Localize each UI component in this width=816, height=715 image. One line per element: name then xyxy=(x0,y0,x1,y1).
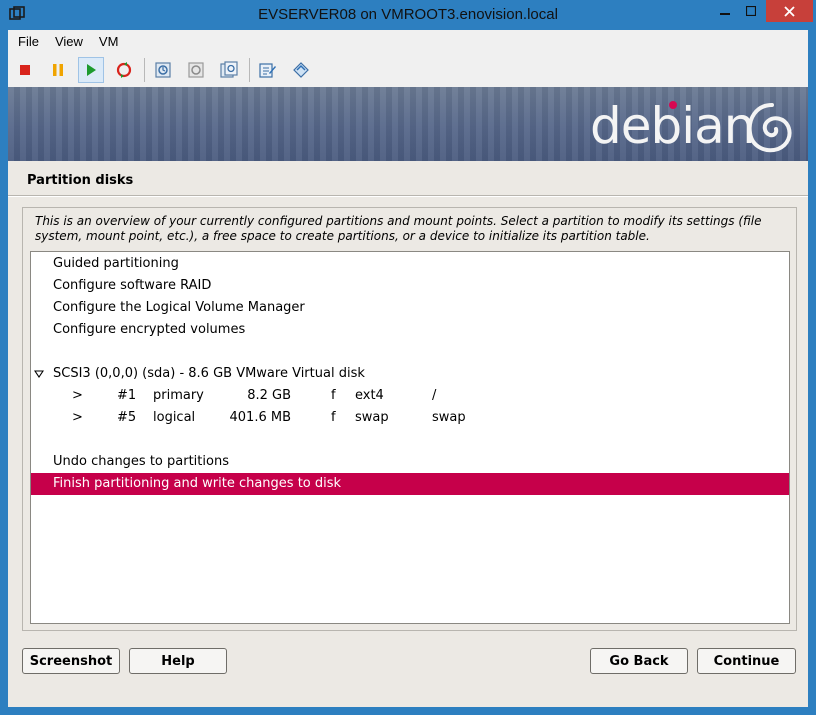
minimize-button[interactable] xyxy=(712,0,738,22)
partition-flag: f xyxy=(331,388,336,403)
reset-icon xyxy=(116,62,132,78)
partition-arrow: > xyxy=(72,410,83,425)
list-item-encrypted-volumes[interactable]: Configure encrypted volumes xyxy=(31,319,789,341)
window-bottom-border xyxy=(8,707,808,715)
partition-number: #5 xyxy=(117,410,137,425)
title-bar[interactable]: EVSERVER08 on VMROOT3.enovision.local xyxy=(0,0,816,30)
edit-settings-button[interactable] xyxy=(255,57,281,83)
partition-size: 401.6 MB xyxy=(229,410,291,425)
list-item-label: SCSI3 (0,0,0) (sda) - 8.6 GB VMware Virt… xyxy=(53,366,365,381)
stop-icon xyxy=(20,65,30,75)
manage-snapshots-icon xyxy=(220,61,238,78)
partition-filesystem: swap xyxy=(355,410,389,425)
maximize-button[interactable] xyxy=(738,0,764,22)
list-item-undo-changes[interactable]: Undo changes to partitions xyxy=(31,451,789,473)
power-on-button[interactable] xyxy=(78,57,104,83)
maximize-icon xyxy=(746,6,756,16)
help-button[interactable]: Help xyxy=(129,648,227,674)
install-tools-button[interactable] xyxy=(288,57,314,83)
partition-flag: f xyxy=(331,410,336,425)
play-icon xyxy=(87,64,96,76)
debian-logo: debian xyxy=(590,93,802,157)
toolbar xyxy=(12,56,321,84)
list-item-disk-sda[interactable]: SCSI3 (0,0,0) (sda) - 8.6 GB VMware Virt… xyxy=(31,363,789,385)
list-item-label: Configure software RAID xyxy=(53,278,212,293)
close-button[interactable] xyxy=(766,0,813,22)
list-item-lvm[interactable]: Configure the Logical Volume Manager xyxy=(31,297,789,319)
power-off-button[interactable] xyxy=(12,57,38,83)
list-item-partition-5[interactable]: > #5 logical 401.6 MB f swap swap xyxy=(31,407,789,429)
edit-settings-icon xyxy=(259,63,276,78)
toolbar-separator xyxy=(144,58,145,82)
install-tools-icon xyxy=(293,62,309,78)
list-item-finish-partitioning[interactable]: Finish partitioning and write changes to… xyxy=(31,473,789,495)
partition-panel: This is an overview of your currently co… xyxy=(22,207,797,631)
partition-filesystem: ext4 xyxy=(355,388,384,403)
help-text: This is an overview of your currently co… xyxy=(35,214,762,243)
suspend-button[interactable] xyxy=(45,57,71,83)
menu-file[interactable]: File xyxy=(8,32,45,52)
manage-snapshots-button[interactable] xyxy=(216,57,242,83)
list-item-label: Undo changes to partitions xyxy=(53,454,229,469)
partition-number: #1 xyxy=(117,388,137,403)
continue-button[interactable]: Continue xyxy=(697,648,796,674)
reset-button[interactable] xyxy=(111,57,137,83)
partition-mount: swap xyxy=(432,410,466,425)
menu-vm[interactable]: VM xyxy=(89,32,125,52)
list-item-label: Configure encrypted volumes xyxy=(53,322,246,337)
partition-arrow: > xyxy=(72,388,83,403)
menu-bar: File View VM xyxy=(8,32,124,52)
partition-type: logical xyxy=(153,410,196,425)
window-title: EVSERVER08 on VMROOT3.enovision.local xyxy=(258,6,558,23)
close-icon xyxy=(784,5,795,17)
pause-icon xyxy=(53,64,63,76)
guest-console[interactable]: debian Partition disks This is an overvi… xyxy=(8,87,808,707)
take-snapshot-button[interactable] xyxy=(150,57,176,83)
menu-view[interactable]: View xyxy=(45,32,89,52)
page-title: Partition disks xyxy=(27,173,134,188)
minimize-icon xyxy=(720,13,730,15)
partition-list[interactable]: Guided partitioning Configure software R… xyxy=(30,251,790,624)
list-item-software-raid[interactable]: Configure software RAID xyxy=(31,275,789,297)
partition-mount: / xyxy=(432,388,437,403)
debian-swirl-icon xyxy=(747,103,792,153)
divider-highlight xyxy=(8,196,808,197)
list-item-partition-1[interactable]: > #1 primary 8.2 GB f ext4 / xyxy=(31,385,789,407)
go-back-button[interactable]: Go Back xyxy=(590,648,688,674)
partition-type: primary xyxy=(153,388,204,403)
list-item-label: Guided partitioning xyxy=(53,256,179,271)
debian-banner: debian xyxy=(8,87,808,161)
partition-size: 8.2 GB xyxy=(247,388,291,403)
list-item-label: Finish partitioning and write changes to… xyxy=(53,476,342,491)
revert-snapshot-button[interactable] xyxy=(183,57,209,83)
vm-console-chrome: File View VM xyxy=(8,30,808,87)
revert-snapshot-icon xyxy=(188,62,204,78)
screenshot-button[interactable]: Screenshot xyxy=(22,648,120,674)
debian-logo-dot xyxy=(669,101,677,109)
toolbar-separator xyxy=(249,58,250,82)
list-item-label: Configure the Logical Volume Manager xyxy=(53,300,305,315)
expand-triangle-icon xyxy=(34,370,44,378)
list-item-guided-partitioning[interactable]: Guided partitioning xyxy=(31,253,789,275)
snapshot-icon xyxy=(155,62,171,78)
